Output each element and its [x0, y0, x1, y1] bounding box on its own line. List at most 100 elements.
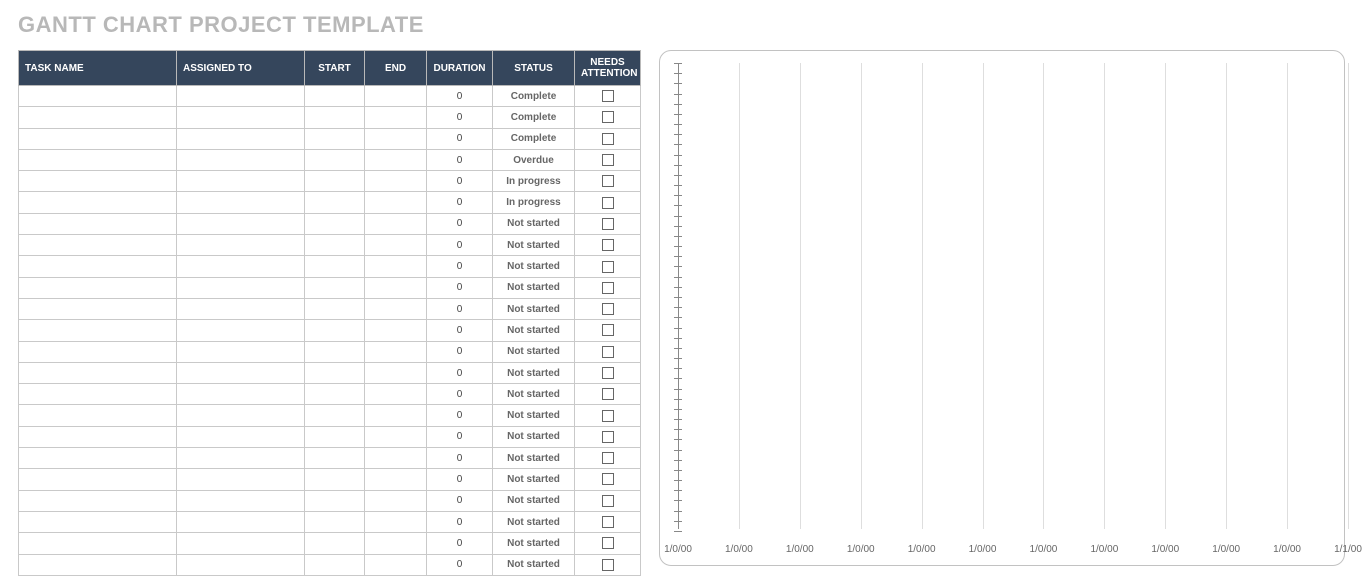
start-cell[interactable] — [305, 171, 365, 192]
assigned-cell[interactable] — [177, 213, 305, 234]
duration-cell[interactable]: 0 — [427, 256, 493, 277]
status-cell[interactable]: Not started — [493, 256, 575, 277]
assigned-cell[interactable] — [177, 235, 305, 256]
assigned-cell[interactable] — [177, 86, 305, 107]
attention-checkbox[interactable] — [602, 175, 614, 187]
duration-cell[interactable]: 0 — [427, 448, 493, 469]
end-cell[interactable] — [365, 469, 427, 490]
attention-checkbox[interactable] — [602, 111, 614, 123]
assigned-cell[interactable] — [177, 256, 305, 277]
attention-checkbox[interactable] — [602, 239, 614, 251]
task-cell[interactable] — [19, 469, 177, 490]
start-cell[interactable] — [305, 469, 365, 490]
status-cell[interactable]: Not started — [493, 554, 575, 575]
end-cell[interactable] — [365, 107, 427, 128]
duration-cell[interactable]: 0 — [427, 341, 493, 362]
start-cell[interactable] — [305, 192, 365, 213]
attention-checkbox[interactable] — [602, 261, 614, 273]
status-cell[interactable]: In progress — [493, 171, 575, 192]
duration-cell[interactable]: 0 — [427, 192, 493, 213]
end-cell[interactable] — [365, 128, 427, 149]
attention-checkbox[interactable] — [602, 218, 614, 230]
status-cell[interactable]: Not started — [493, 490, 575, 511]
attention-checkbox[interactable] — [602, 516, 614, 528]
status-cell[interactable]: Not started — [493, 405, 575, 426]
duration-cell[interactable]: 0 — [427, 277, 493, 298]
attention-checkbox[interactable] — [602, 346, 614, 358]
task-cell[interactable] — [19, 235, 177, 256]
assigned-cell[interactable] — [177, 490, 305, 511]
task-cell[interactable] — [19, 341, 177, 362]
status-cell[interactable]: Not started — [493, 533, 575, 554]
status-cell[interactable]: Not started — [493, 511, 575, 532]
end-cell[interactable] — [365, 298, 427, 319]
start-cell[interactable] — [305, 256, 365, 277]
start-cell[interactable] — [305, 490, 365, 511]
end-cell[interactable] — [365, 362, 427, 383]
end-cell[interactable] — [365, 448, 427, 469]
status-cell[interactable]: Not started — [493, 469, 575, 490]
assigned-cell[interactable] — [177, 149, 305, 170]
assigned-cell[interactable] — [177, 320, 305, 341]
start-cell[interactable] — [305, 128, 365, 149]
attention-checkbox[interactable] — [602, 452, 614, 464]
assigned-cell[interactable] — [177, 298, 305, 319]
attention-checkbox[interactable] — [602, 388, 614, 400]
assigned-cell[interactable] — [177, 341, 305, 362]
task-cell[interactable] — [19, 213, 177, 234]
attention-checkbox[interactable] — [602, 324, 614, 336]
duration-cell[interactable]: 0 — [427, 554, 493, 575]
start-cell[interactable] — [305, 426, 365, 447]
start-cell[interactable] — [305, 320, 365, 341]
status-cell[interactable]: Not started — [493, 298, 575, 319]
end-cell[interactable] — [365, 149, 427, 170]
start-cell[interactable] — [305, 235, 365, 256]
status-cell[interactable]: Not started — [493, 362, 575, 383]
duration-cell[interactable]: 0 — [427, 469, 493, 490]
task-cell[interactable] — [19, 511, 177, 532]
task-cell[interactable] — [19, 362, 177, 383]
attention-checkbox[interactable] — [602, 197, 614, 209]
task-cell[interactable] — [19, 426, 177, 447]
start-cell[interactable] — [305, 384, 365, 405]
start-cell[interactable] — [305, 405, 365, 426]
end-cell[interactable] — [365, 235, 427, 256]
end-cell[interactable] — [365, 490, 427, 511]
task-cell[interactable] — [19, 277, 177, 298]
end-cell[interactable] — [365, 384, 427, 405]
end-cell[interactable] — [365, 213, 427, 234]
end-cell[interactable] — [365, 554, 427, 575]
start-cell[interactable] — [305, 448, 365, 469]
status-cell[interactable]: Not started — [493, 384, 575, 405]
duration-cell[interactable]: 0 — [427, 86, 493, 107]
end-cell[interactable] — [365, 171, 427, 192]
status-cell[interactable]: Not started — [493, 426, 575, 447]
task-cell[interactable] — [19, 384, 177, 405]
task-cell[interactable] — [19, 490, 177, 511]
assigned-cell[interactable] — [177, 405, 305, 426]
status-cell[interactable]: Not started — [493, 235, 575, 256]
task-cell[interactable] — [19, 192, 177, 213]
duration-cell[interactable]: 0 — [427, 511, 493, 532]
duration-cell[interactable]: 0 — [427, 362, 493, 383]
task-cell[interactable] — [19, 533, 177, 554]
end-cell[interactable] — [365, 256, 427, 277]
start-cell[interactable] — [305, 511, 365, 532]
attention-checkbox[interactable] — [602, 303, 614, 315]
assigned-cell[interactable] — [177, 171, 305, 192]
attention-checkbox[interactable] — [602, 154, 614, 166]
assigned-cell[interactable] — [177, 277, 305, 298]
start-cell[interactable] — [305, 554, 365, 575]
duration-cell[interactable]: 0 — [427, 426, 493, 447]
task-cell[interactable] — [19, 256, 177, 277]
assigned-cell[interactable] — [177, 533, 305, 554]
duration-cell[interactable]: 0 — [427, 171, 493, 192]
attention-checkbox[interactable] — [602, 495, 614, 507]
attention-checkbox[interactable] — [602, 133, 614, 145]
start-cell[interactable] — [305, 533, 365, 554]
duration-cell[interactable]: 0 — [427, 490, 493, 511]
attention-checkbox[interactable] — [602, 537, 614, 549]
status-cell[interactable]: Overdue — [493, 149, 575, 170]
assigned-cell[interactable] — [177, 107, 305, 128]
task-cell[interactable] — [19, 320, 177, 341]
